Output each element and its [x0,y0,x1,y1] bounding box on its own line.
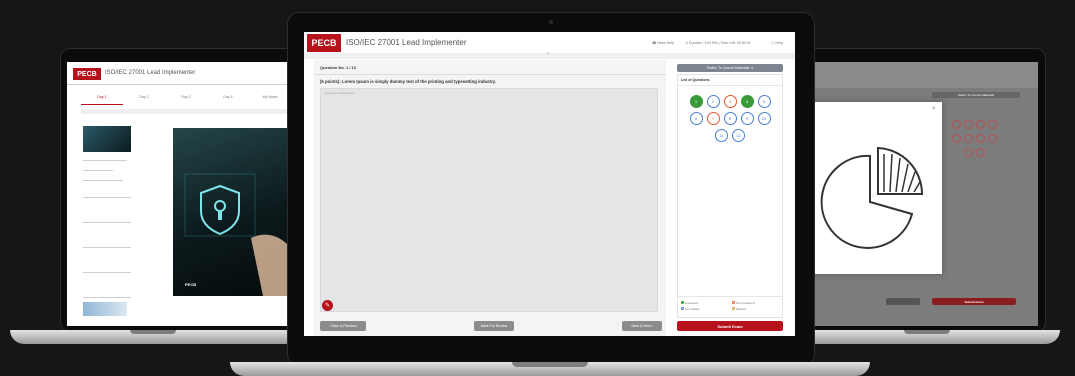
question-grid: 1 2 3 4 5 6 7 8 9 10 11 12 [678,75,782,175]
marked-dot-icon [732,307,735,310]
legend-marked-label: Marked [735,307,746,311]
question-number-button[interactable]: 3 [723,95,737,108]
switch-course-materials-button[interactable]: Switch To Course Materials ➜ [677,64,783,72]
question-number-button[interactable]: 6 [689,112,703,125]
side-panel: Switch To Course Materials ➜ List of Que… [676,60,786,336]
not-visited-dot-icon [681,307,684,310]
switch-label: Switch To Course Materials [706,66,750,70]
question-number-button[interactable]: 4 [740,95,754,108]
left-tab-day3[interactable]: Day 3 [165,95,207,105]
submit-exam-button[interactable]: Submit Exam [677,321,783,331]
question-number-button[interactable]: 7 [706,112,720,125]
legend-marked: Marked [732,307,746,311]
arrow-right-icon: ➜ [749,66,754,70]
edit-pencil-button[interactable]: ✎ [322,300,333,311]
right-switch-button[interactable]: Switch To Course Materials [932,92,1020,98]
not-answered-dot-icon [732,301,735,304]
right-submit-button[interactable]: Submit Exam [932,298,1016,305]
phone-icon: ☎ [652,41,657,45]
left-tab-day2[interactable]: Day 2 [123,95,165,105]
question-number-button[interactable]: 8 [723,112,737,125]
help-link[interactable]: ⓘ Help [771,41,783,46]
question-list-card: List of Questions 1 2 3 4 5 6 7 8 9 10 11 12 Answer… [677,74,783,318]
left-tab-day4[interactable]: Day 4 [207,95,249,105]
answer-textarea[interactable]: Type your answer here... [320,88,658,312]
question-number-button[interactable]: 1 [689,95,703,108]
duration-label: Duration: 3:00 Min | Time Left: 00:59:01 [689,41,751,45]
question-number-button[interactable]: 9 [740,112,754,125]
question-number-button[interactable]: 5 [757,95,771,108]
collapse-chevron-icon[interactable]: ^ [547,52,549,58]
center-laptop-screen: PECB ISO/IEC 27001 Lead Implementer ☎ Ne… [304,32,795,336]
legend-not-answered: Not Answered [732,301,755,305]
legend-not-answered-label: Not Answered [735,301,755,305]
app-title: ISO/IEC 27001 Lead Implementer [346,38,467,47]
legend-answered-label: Answered [684,301,699,305]
left-tab-bar: Day 1 Day 2 Day 3 Day 4 My Notes [81,95,291,105]
left-brand-logo: PECB [73,68,101,80]
left-app-title: ISO/IEC 27001 Lead Implementer [105,70,196,76]
need-help-link[interactable]: ☎ Need Help [652,41,674,45]
pencil-icon: ✎ [324,303,331,309]
clock-icon: ◷ [685,41,689,45]
left-image-caption: PECB [185,282,197,287]
answered-dot-icon [681,301,684,304]
shield-lock-icon [184,173,291,296]
question-number-button[interactable]: 12 [732,129,745,142]
mark-for-review-button[interactable]: Mark For Review [474,321,514,331]
question-panel: Question No. 1 / 10 (5 points): Lorem Ip… [314,60,666,336]
question-number: Question No. 1 / 10 [320,65,357,70]
save-previous-button[interactable]: ‹ Save & Previous [320,321,366,331]
answer-placeholder: Type your answer here... [324,91,358,95]
save-next-button[interactable]: Save & Next › [622,321,662,331]
save-next-label: Save & Next [631,324,651,328]
duration-text: ◷ Duration: 3:00 Min | Time Left: 00:59:… [685,41,750,45]
question-number-button[interactable]: 10 [757,112,771,125]
legend-not-visited: Not Visited [681,307,699,311]
help-label: Help [775,41,783,45]
left-thumbnail[interactable] [83,126,131,152]
left-course-image: PECB [173,128,291,296]
legend-not-visited-label: Not Visited [684,307,700,311]
left-tab-day1[interactable]: Day 1 [81,95,123,105]
header-divider [304,53,795,59]
webcam [549,20,553,24]
help-icon: ⓘ [771,41,775,45]
question-number-button[interactable]: 11 [715,129,728,142]
right-next-button[interactable] [886,298,920,305]
brand-logo: PECB [307,34,341,52]
question-number-button[interactable]: 2 [706,95,720,108]
save-previous-label: Save & Previous [331,324,357,328]
modal-close-icon[interactable]: × [932,106,936,112]
left-laptop-screen: PECB ISO/IEC 27001 Lead Implementer Day … [67,62,303,326]
right-laptop-screen: Switch To Course Materials Submit Exam × [812,62,1038,326]
need-help-label: Need Help [657,41,674,45]
chevron-right-icon: › [650,324,653,328]
question-text: (5 points): Lorem Ipsum is simply dummy … [320,79,496,84]
legend-answered: Answered [681,301,698,305]
pie-chart-icon [820,146,924,249]
left-tab-notes[interactable]: My Notes [249,95,291,105]
loading-modal: × [812,102,942,274]
